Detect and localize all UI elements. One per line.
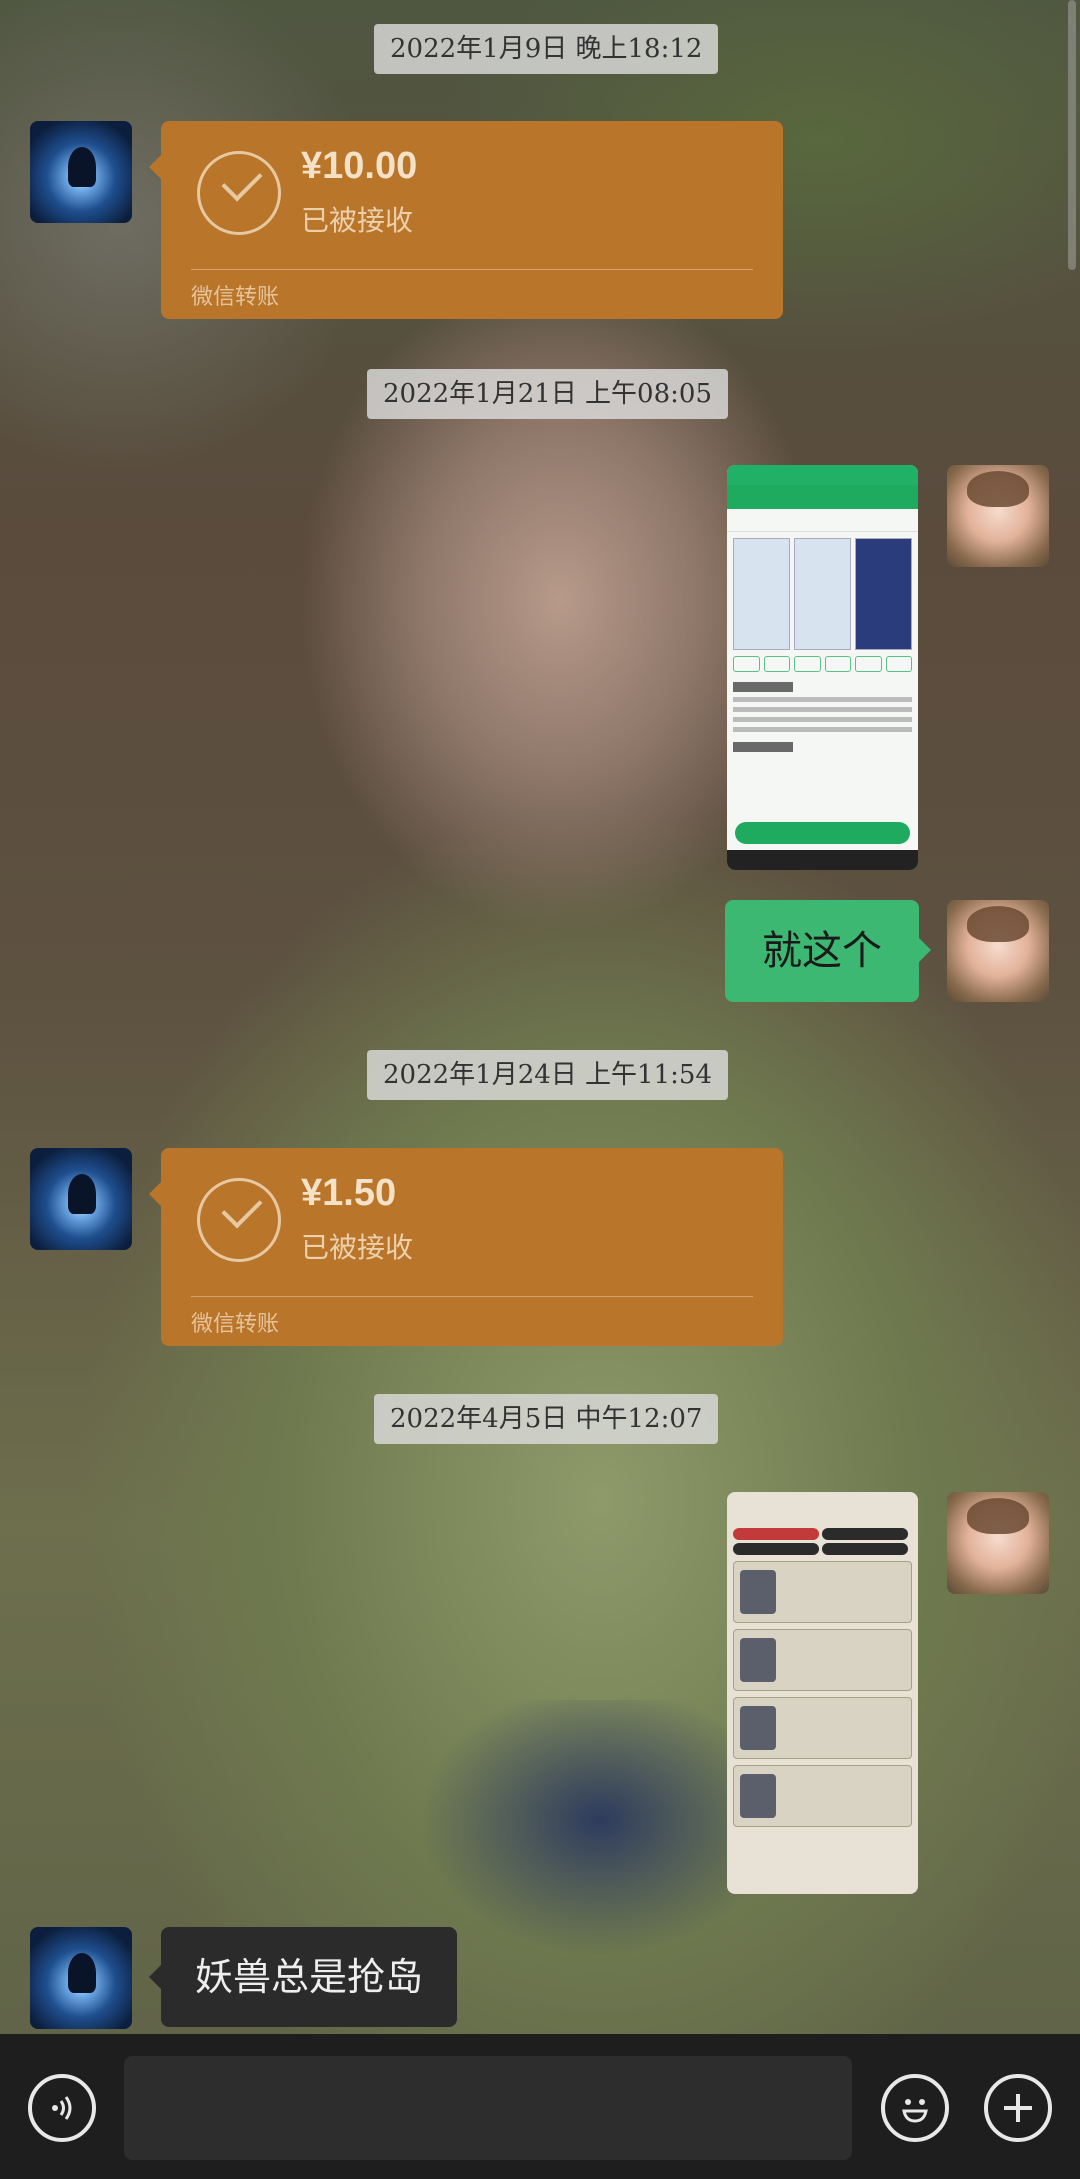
emoji-icon bbox=[902, 2099, 928, 2123]
transfer-amount: ¥10.00 bbox=[301, 145, 418, 187]
screenshot-text-lines bbox=[733, 697, 912, 732]
screenshot-statusbar bbox=[727, 465, 918, 485]
screenshot-card bbox=[733, 1697, 912, 1759]
voice-button[interactable] bbox=[28, 2074, 96, 2142]
transfer-amount: ¥1.50 bbox=[301, 1172, 397, 1214]
screenshot-card bbox=[733, 1629, 912, 1691]
timestamp: 2022年4月5日 中午12:07 bbox=[374, 1394, 719, 1444]
timestamp: 2022年1月21日 上午08:05 bbox=[367, 369, 728, 419]
transfer-source: 微信转账 bbox=[191, 285, 280, 310]
screenshot-navbar bbox=[727, 850, 918, 870]
transfer-status: 已被接收 bbox=[301, 204, 414, 237]
screenshot-download-button bbox=[735, 822, 910, 844]
voice-icon bbox=[52, 2096, 72, 2120]
transfer-source: 微信转账 bbox=[191, 1312, 280, 1337]
screenshot-tabs bbox=[727, 509, 918, 532]
transfer-card[interactable]: ¥10.00 已被接收 微信转账 bbox=[149, 121, 783, 319]
screenshot-section bbox=[733, 742, 793, 752]
image-message-game-screenshot[interactable] bbox=[727, 1492, 918, 1894]
emoji-button[interactable] bbox=[881, 2074, 949, 2142]
plus-icon bbox=[1004, 2094, 1032, 2122]
timestamp: 2022年1月9日 晚上18:12 bbox=[374, 24, 719, 74]
avatar[interactable] bbox=[947, 900, 1049, 1002]
divider bbox=[191, 1296, 753, 1297]
screenshot-card bbox=[733, 1561, 912, 1623]
avatar[interactable] bbox=[30, 1927, 132, 2029]
screenshot-section bbox=[733, 682, 793, 692]
screenshot-card bbox=[733, 1765, 912, 1827]
avatar[interactable] bbox=[947, 465, 1049, 567]
screenshot-title bbox=[727, 1492, 918, 1528]
plus-button[interactable] bbox=[984, 2074, 1052, 2142]
screenshot-gallery bbox=[727, 532, 918, 656]
check-icon bbox=[197, 151, 281, 235]
transfer-status: 已被接收 bbox=[301, 1231, 414, 1264]
avatar[interactable] bbox=[30, 121, 132, 223]
transfer-card[interactable]: ¥1.50 已被接收 微信转账 bbox=[149, 1148, 783, 1346]
scrollbar[interactable] bbox=[1068, 0, 1076, 270]
divider bbox=[191, 269, 753, 270]
incoming-message[interactable]: 妖兽总是抢岛 bbox=[148, 1927, 458, 2027]
outgoing-message[interactable]: 就这个 bbox=[725, 900, 931, 1002]
timestamp: 2022年1月24日 上午11:54 bbox=[367, 1050, 728, 1100]
image-message-screenshot[interactable] bbox=[727, 465, 918, 870]
avatar[interactable] bbox=[30, 1148, 132, 1250]
screenshot-appbar bbox=[727, 485, 918, 509]
message-input[interactable] bbox=[124, 2056, 852, 2160]
screenshot-stats bbox=[727, 1528, 918, 1555]
check-icon bbox=[197, 1178, 281, 1262]
avatar[interactable] bbox=[947, 1492, 1049, 1594]
screenshot-chips bbox=[727, 656, 918, 672]
